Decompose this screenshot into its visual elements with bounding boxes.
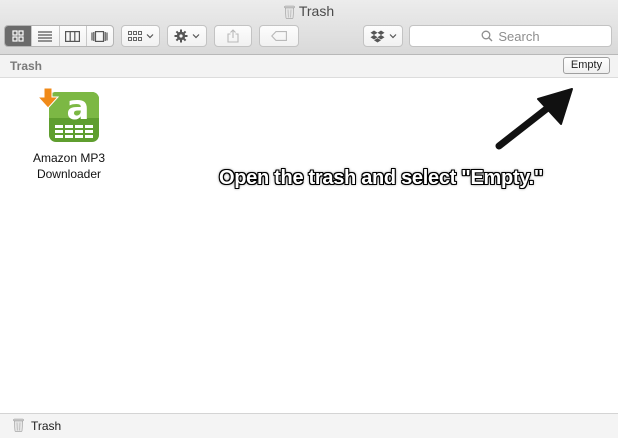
share-icon [227, 29, 239, 43]
folder-title: Trash [10, 59, 43, 73]
cover-flow-view-button[interactable] [87, 26, 113, 46]
chevron-down-icon [192, 34, 200, 39]
file-name: Amazon MP3 Downloader [22, 150, 116, 182]
search-field[interactable]: Search [409, 25, 612, 47]
icon-view-button[interactable] [5, 26, 33, 46]
window-title-text: Trash [298, 3, 335, 19]
title-toolbar-bar: Trash Search [0, 0, 618, 55]
search-icon [481, 30, 493, 42]
icon-view-icon [12, 30, 24, 42]
pointer-arrow-icon [495, 88, 573, 150]
status-path-label[interactable]: Trash [31, 419, 61, 433]
arrange-button[interactable] [121, 25, 160, 47]
finder-window: Trash Search Trash Empty a Amazon MP3 Do… [0, 0, 618, 438]
trash-icon [13, 418, 24, 432]
svg-text:a: a [67, 88, 90, 128]
column-view-icon [65, 30, 81, 42]
trash-icon [284, 5, 295, 22]
file-item[interactable]: a Amazon MP3 Downloader [22, 88, 116, 182]
amazon-mp3-downloader-icon: a [38, 88, 99, 142]
cover-flow-icon [91, 30, 108, 42]
empty-trash-button[interactable]: Empty [563, 57, 610, 74]
column-view-button[interactable] [60, 26, 87, 46]
trash-header-bar: Trash Empty [0, 55, 618, 78]
file-name-line-2: Downloader [36, 167, 102, 181]
window-title: Trash [0, 3, 618, 22]
gear-icon [174, 29, 188, 43]
status-bar: Trash [0, 413, 618, 438]
chevron-down-icon [146, 34, 153, 39]
arrange-grid-icon [127, 31, 142, 41]
dropbox-button[interactable] [363, 25, 403, 47]
dropbox-icon [370, 30, 384, 42]
chevron-down-icon [389, 34, 396, 39]
share-button[interactable] [214, 25, 252, 47]
search-placeholder: Search [498, 28, 540, 44]
tags-button[interactable] [259, 25, 299, 47]
tag-icon [271, 31, 287, 41]
list-view-icon [38, 30, 53, 42]
file-name-line-1: Amazon MP3 [32, 151, 106, 165]
action-button[interactable] [167, 25, 207, 47]
instruction-annotation: Open the trash and select "Empty." [219, 167, 544, 189]
view-mode-segmented-control[interactable] [4, 25, 114, 47]
list-view-button[interactable] [32, 26, 60, 46]
